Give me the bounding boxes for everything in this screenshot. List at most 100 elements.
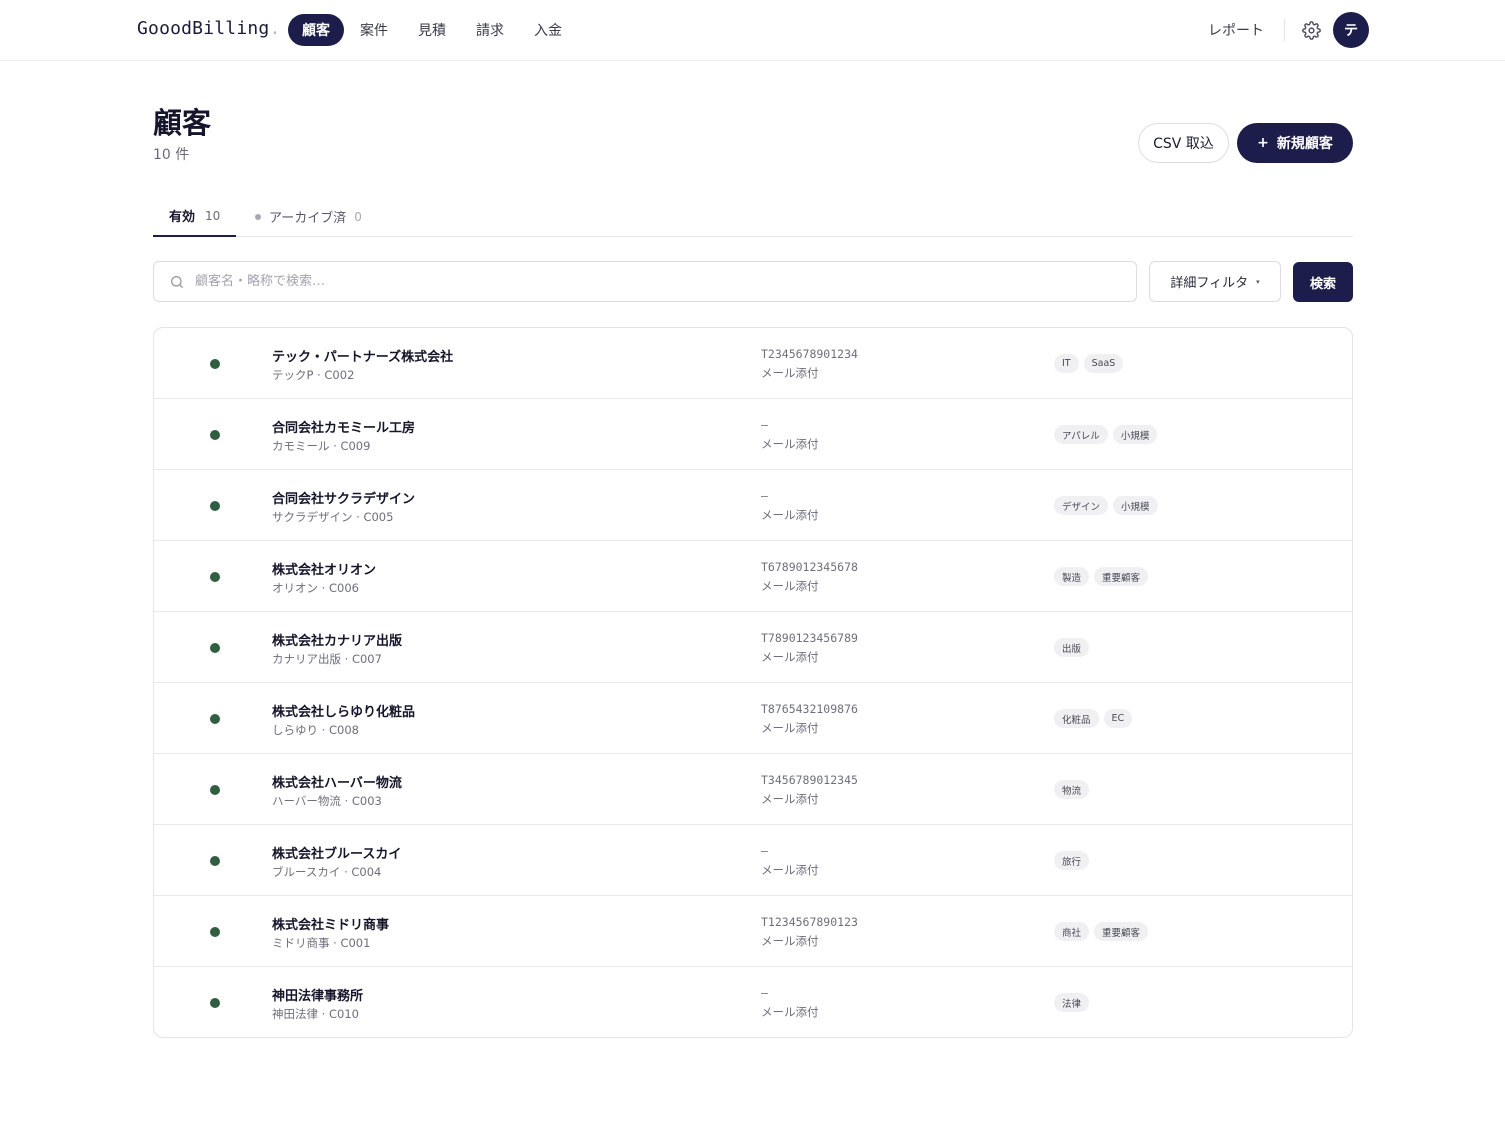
status-dot-icon xyxy=(210,572,220,582)
invoice-registration-number: T6789012345678 xyxy=(761,560,858,574)
customer-short-code: カモミール · C009 xyxy=(272,439,371,453)
delivery-method: メール添付 xyxy=(761,792,819,806)
tag-chip: アパレル xyxy=(1054,425,1108,444)
status-tabs: 有効 10 アーカイブ済 0 xyxy=(153,196,1353,237)
invoice-registration-number: T7890123456789 xyxy=(761,631,858,645)
delivery-method: メール添付 xyxy=(761,366,819,380)
tag-chip: 旅行 xyxy=(1054,851,1090,870)
nav-item-customers[interactable]: 顧客 xyxy=(288,14,344,46)
customer-name: 合同会社カモミール工房 xyxy=(272,421,416,436)
tag-chip: 重要顧客 xyxy=(1094,567,1149,586)
tag-chip: 法律 xyxy=(1054,993,1090,1012)
tag-chip: SaaS xyxy=(1083,354,1124,373)
customer-short-code: ミドリ商事 · C001 xyxy=(272,936,371,950)
nav-item-projects[interactable]: 案件 xyxy=(346,14,402,46)
tag-list: IT SaaS xyxy=(1054,354,1124,373)
top-navbar: GooodBilling. 顧客 案件 見積 請求 入金 レポート テ xyxy=(0,0,1505,61)
app-logo[interactable]: GooodBilling. xyxy=(137,18,281,39)
new-customer-label: 新規顧客 xyxy=(1276,136,1333,152)
nav-item-payments[interactable]: 入金 xyxy=(520,14,576,46)
tag-list: 商社 重要顧客 xyxy=(1054,922,1149,941)
tag-list: 旅行 xyxy=(1054,851,1090,870)
status-dot-icon xyxy=(210,785,220,795)
customer-row[interactable]: 株式会社ミドリ商事 ミドリ商事 · C001 T1234567890123 メール添付… xyxy=(154,896,1352,967)
new-customer-button[interactable]: + 新規顧客 xyxy=(1237,123,1353,163)
top-right-actions: レポート テ xyxy=(1208,12,1369,48)
search-box xyxy=(153,261,1137,302)
tag-list: 製造 重要顧客 xyxy=(1054,567,1149,586)
tab-archived[interactable]: アーカイブ済 0 xyxy=(255,196,362,237)
customer-short-code: サクラデザイン · C005 xyxy=(272,510,394,524)
delivery-method: メール添付 xyxy=(761,721,819,735)
invoice-registration-number: T1234567890123 xyxy=(761,915,858,929)
tag-chip: 小規模 xyxy=(1113,496,1158,515)
customer-name: 株式会社オリオン xyxy=(272,563,377,578)
customer-row[interactable]: 神田法律事務所 神田法律 · C010 — メール添付 法律 xyxy=(154,967,1352,1037)
tag-chip: 製造 xyxy=(1054,567,1090,586)
gear-icon[interactable] xyxy=(1301,20,1321,40)
customer-name: 神田法律事務所 xyxy=(272,989,364,1004)
tag-chip: IT xyxy=(1054,354,1079,373)
customer-short-code: 神田法律 · C010 xyxy=(272,1007,359,1021)
customer-row[interactable]: 株式会社カナリア出版 カナリア出版 · C007 T7890123456789 メール… xyxy=(154,612,1352,683)
tag-list: 法律 xyxy=(1054,993,1090,1012)
customer-list: テック・パートナーズ株式会社 テックP · C002 T2345678901234 メ… xyxy=(153,327,1353,1038)
tag-chip: 化粧品 xyxy=(1054,709,1099,728)
tag-list: デザイン 小規模 xyxy=(1054,496,1158,515)
customer-row[interactable]: テック・パートナーズ株式会社 テックP · C002 T2345678901234 メ… xyxy=(154,328,1352,399)
main-nav: 顧客 案件 見積 請求 入金 xyxy=(288,14,578,46)
customer-short-code: テックP · C002 xyxy=(272,368,355,382)
tag-chip: EC xyxy=(1103,709,1133,728)
customer-name: 株式会社ミドリ商事 xyxy=(272,918,390,933)
tab-archived-label: アーカイブ済 xyxy=(269,211,347,226)
tag-list: 化粧品 EC xyxy=(1054,709,1133,728)
report-link[interactable]: レポート xyxy=(1208,20,1284,40)
page-title: 顧客 xyxy=(153,106,212,140)
tag-chip: 小規模 xyxy=(1112,425,1158,444)
csv-import-button[interactable]: CSV 取込 xyxy=(1138,123,1229,163)
tag-list: 出版 xyxy=(1054,638,1090,657)
search-button[interactable]: 検索 xyxy=(1293,262,1353,302)
invoice-registration-number: — xyxy=(761,489,768,503)
search-input[interactable] xyxy=(195,274,1095,289)
invoice-registration-number: T2345678901234 xyxy=(761,347,858,361)
user-avatar[interactable]: テ xyxy=(1333,12,1369,48)
customer-row[interactable]: 株式会社ブルースカイ ブルースカイ · C004 — メール添付 旅行 xyxy=(154,825,1352,896)
customer-row[interactable]: 株式会社しらゆり化粧品 しらゆり · C008 T8765432109876 メール添… xyxy=(154,683,1352,754)
tab-active[interactable]: 有効 10 xyxy=(153,196,236,237)
customer-row[interactable]: 合同会社サクラデザイン サクラデザイン · C005 — メール添付 デザイン 小規模 xyxy=(154,470,1352,541)
advanced-filter-label: 詳細フィルタ xyxy=(1170,276,1249,291)
delivery-method: メール添付 xyxy=(761,934,819,948)
tag-chip: 商社 xyxy=(1054,922,1090,941)
delivery-method: メール添付 xyxy=(761,579,819,593)
tag-chip: 物流 xyxy=(1054,780,1090,799)
status-dot-icon xyxy=(210,430,220,440)
customer-name: テック・パートナーズ株式会社 xyxy=(272,350,454,365)
customer-row[interactable]: 株式会社オリオン オリオン · C006 T6789012345678 メール添付 製造… xyxy=(154,541,1352,612)
advanced-filter-button[interactable]: 詳細フィルタ ▾ xyxy=(1149,261,1281,302)
customer-short-code: カナリア出版 · C007 xyxy=(272,652,382,666)
tag-list: アパレル 小規模 xyxy=(1054,425,1158,444)
customer-count: 10 件 xyxy=(153,147,190,163)
customer-name: 株式会社カナリア出版 xyxy=(272,634,403,649)
tag-list: 物流 xyxy=(1054,780,1090,799)
tag-chip: 重要顧客 xyxy=(1094,922,1149,941)
customer-name: 株式会社ブルースカイ xyxy=(272,847,402,862)
tab-active-label: 有効 xyxy=(169,210,196,225)
status-dot-icon xyxy=(210,714,220,724)
archive-dot-icon xyxy=(255,213,261,220)
invoice-registration-number: T8765432109876 xyxy=(761,702,858,716)
customer-row[interactable]: 株式会社ハーバー物流 ハーバー物流 · C003 T3456789012345 メール… xyxy=(154,754,1352,825)
tab-active-count: 10 xyxy=(205,208,221,223)
nav-item-quotes[interactable]: 見積 xyxy=(404,14,460,46)
invoice-registration-number: — xyxy=(761,986,768,1000)
customer-row[interactable]: 合同会社カモミール工房 カモミール · C009 — メール添付 アパレル 小規模 xyxy=(154,399,1352,470)
delivery-method: メール添付 xyxy=(761,1005,819,1019)
status-dot-icon xyxy=(210,359,220,369)
status-dot-icon xyxy=(210,927,220,937)
nav-item-invoices[interactable]: 請求 xyxy=(462,14,518,46)
customer-short-code: オリオン · C006 xyxy=(272,581,359,595)
invoice-registration-number: T3456789012345 xyxy=(761,773,858,787)
app-logo-dot: . xyxy=(269,18,281,39)
customer-name: 合同会社サクラデザイン xyxy=(272,492,416,507)
